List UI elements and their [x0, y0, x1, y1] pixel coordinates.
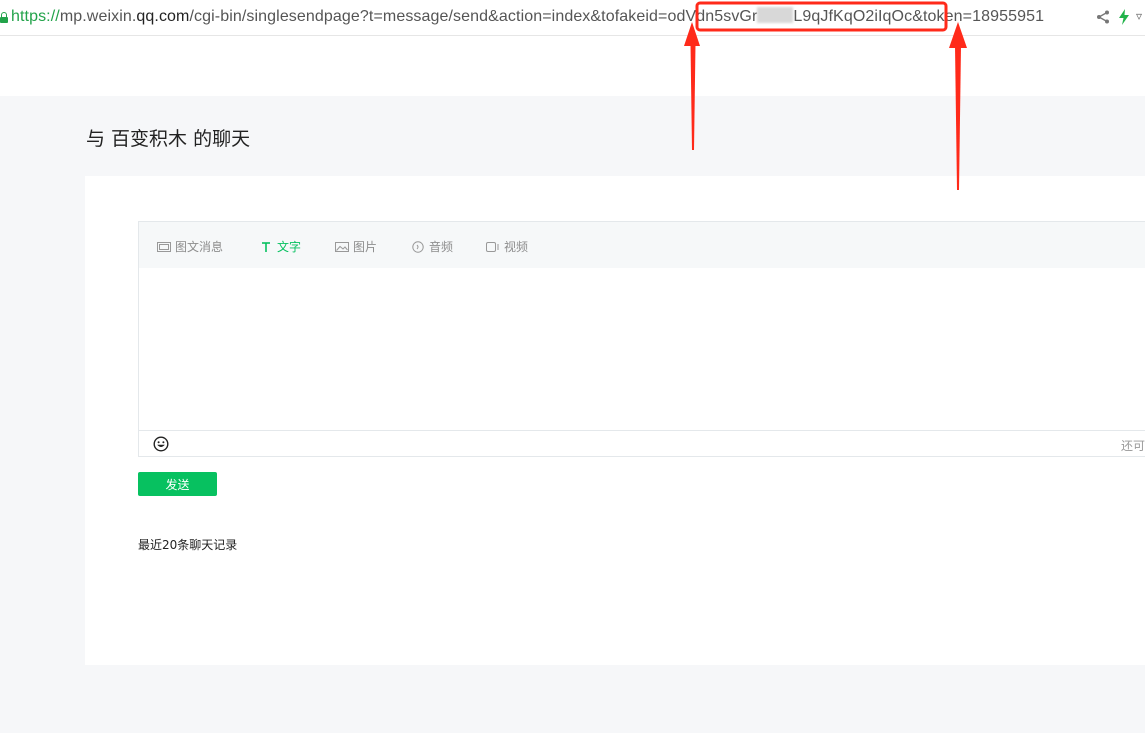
news-icon — [157, 241, 171, 252]
redacted-segment — [757, 7, 794, 23]
video-icon — [486, 241, 499, 252]
tab-audio-label: 音频 — [429, 240, 454, 254]
tab-image-label: 图片 — [353, 240, 378, 254]
tab-image[interactable]: 图片 — [335, 238, 377, 255]
top-strip — [0, 36, 1145, 96]
bolt-icon[interactable] — [1118, 9, 1130, 25]
message-editor: 图文消息 文字 图片 音频 视频 还可 — [138, 221, 1145, 457]
url-text[interactable]: https://mp.weixin.qq.com/cgi-bin/singles… — [11, 7, 1044, 26]
url-host-prefix: mp.weixin. — [59, 8, 137, 25]
tab-video[interactable]: 视频 — [486, 238, 528, 255]
image-icon — [335, 241, 349, 252]
lock-icon — [0, 12, 8, 23]
message-type-tabs: 图文消息 文字 图片 音频 视频 — [139, 222, 1145, 268]
tab-audio[interactable]: 音频 — [411, 238, 453, 255]
history-title: 最近20条聊天记录 — [138, 538, 238, 552]
url-tail: &token=18955951 — [912, 8, 1045, 25]
tab-news[interactable]: 图文消息 — [157, 238, 223, 255]
page-title: 与 百变积木 的聊天 — [86, 128, 251, 150]
url-path: /cgi-bin/singlesendpage?t=message/send&a… — [189, 8, 668, 25]
tab-news-label: 图文消息 — [175, 240, 224, 254]
emoji-icon[interactable] — [153, 436, 169, 452]
tab-text-label: 文字 — [277, 240, 302, 254]
url-scheme: https:// — [11, 8, 60, 25]
address-bar[interactable]: https://mp.weixin.qq.com/cgi-bin/singles… — [0, 0, 1145, 36]
message-input[interactable] — [139, 268, 1145, 430]
text-icon — [262, 241, 270, 252]
send-button[interactable]: 发送 — [138, 472, 217, 496]
remaining-chars: 还可 — [1120, 439, 1145, 453]
url-host: qq.com — [136, 8, 190, 25]
tab-video-label: 视频 — [504, 240, 529, 254]
audio-icon — [412, 240, 424, 253]
chevron-down-icon[interactable]: ▿ — [1136, 9, 1142, 23]
url-fakeid-end: L9qJfKqO2iIqOc — [793, 8, 913, 25]
tab-text[interactable]: 文字 — [259, 238, 301, 255]
share-icon[interactable] — [1096, 10, 1110, 24]
editor-footer: 还可 — [139, 430, 1145, 457]
url-fakeid-start: odVdn5svGr — [667, 8, 758, 25]
